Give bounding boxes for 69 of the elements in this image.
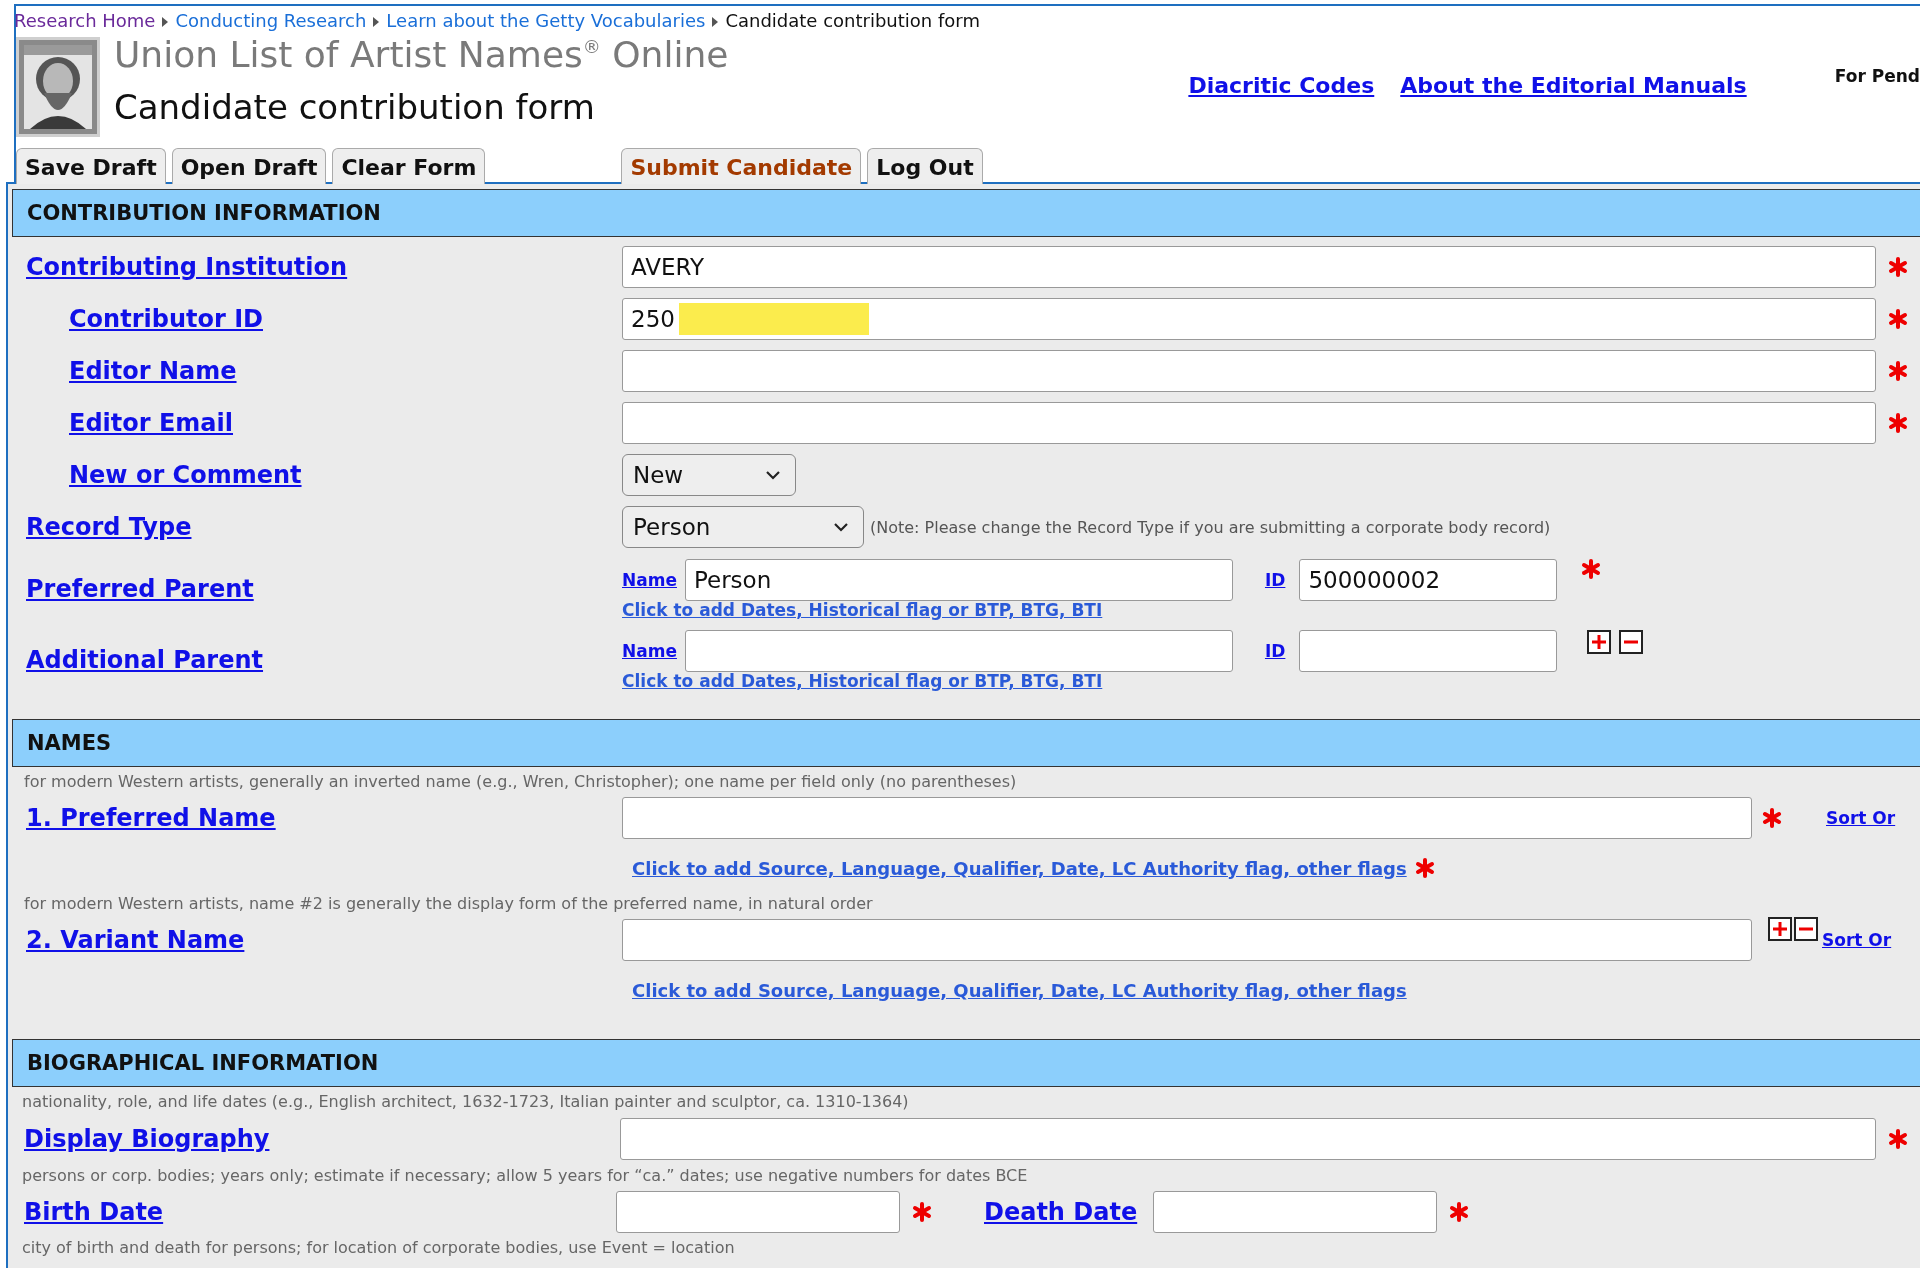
field-label[interactable]: Death Date — [984, 1198, 1138, 1226]
field-label[interactable]: New or Comment — [69, 461, 302, 489]
text-field[interactable] — [684, 630, 1233, 672]
add-details-link[interactable]: Click to add Source, Language, Qualifier, Date, LC Authority flag, other flags — [632, 857, 1407, 879]
caret-icon — [833, 522, 849, 532]
separator-icon — [711, 16, 720, 27]
name-link[interactable]: Name — [622, 641, 677, 661]
add-icon[interactable] — [1587, 630, 1612, 654]
text-field[interactable]: Person — [684, 559, 1233, 601]
text-field[interactable]: AVERY — [622, 246, 1876, 288]
section-header: CONTRIBUTION INFORMATION — [12, 189, 1920, 237]
page-title: Candidate contribution form — [114, 87, 596, 127]
hint-text: nationality, role, and life dates (e.g., English architect, 1632-1723, Italian painter and sculptor, ca. 1310-1364) — [22, 1091, 910, 1113]
breadcrumb-link[interactable]: Conducting Research — [175, 9, 367, 31]
header-link[interactable]: Diacritic Codes — [1188, 73, 1375, 98]
text-field[interactable]: 250 — [622, 298, 1876, 340]
notice-text: For Pend — [1834, 66, 1920, 86]
remove-icon[interactable] — [1794, 917, 1818, 941]
field-label[interactable]: Additional Parent — [26, 646, 264, 674]
field-label[interactable]: Birth Date — [24, 1198, 164, 1226]
toolbar-button[interactable]: Log Out — [867, 148, 983, 184]
field-label[interactable]: 2. Variant Name — [26, 926, 245, 954]
sort-order-link[interactable]: Sort Or — [1826, 808, 1896, 828]
text-field[interactable] — [622, 919, 1752, 961]
text-field[interactable] — [620, 1118, 1876, 1160]
text-field[interactable] — [1299, 630, 1558, 672]
dropdown[interactable]: New — [622, 454, 796, 496]
text-field[interactable] — [622, 350, 1876, 392]
remove-icon[interactable] — [1619, 630, 1644, 654]
text-field[interactable] — [622, 797, 1752, 839]
note-text: (Note: Please change the Record Type if you are submitting a corporate body record) — [870, 517, 1551, 537]
breadcrumb-link[interactable]: Learn about the Getty Vocabularies — [386, 9, 706, 31]
separator-icon — [372, 16, 381, 27]
field-label[interactable]: Contributor ID — [69, 305, 263, 333]
section-header: NAMES — [12, 719, 1920, 767]
submit-button[interactable]: Submit Candidate — [621, 148, 862, 184]
section-header: BIOGRAPHICAL INFORMATION — [12, 1039, 1920, 1087]
add-details-link[interactable]: Click to add Source, Language, Qualifier, Date, LC Authority flag, other flags — [632, 979, 1407, 1001]
add-icon[interactable] — [1768, 917, 1792, 941]
add-details-link[interactable]: Click to add Dates, Historical flag or BTP, BTG, BTI — [622, 671, 1103, 691]
site-title: Union List of Artist Names$^{®}$ Online — [114, 35, 729, 75]
sort-order-link[interactable]: Sort Or — [1822, 930, 1892, 950]
text-field[interactable] — [616, 1191, 900, 1233]
hint-text: persons or corp. bodies; years only; estimate if necessary; allow 5 years for “ca.” dates; use negative numbers for dates BCE — [22, 1165, 1029, 1187]
name-link[interactable]: Name — [622, 570, 677, 590]
toolbar-button[interactable]: Open Draft — [171, 148, 327, 184]
text-field[interactable] — [622, 402, 1876, 444]
id-link[interactable]: ID — [1264, 641, 1286, 661]
hint-text: for modern Western artists, name #2 is generally the display form of the preferred name, in natural order — [24, 893, 874, 915]
caret-icon — [765, 470, 781, 480]
text-field[interactable] — [1153, 1191, 1438, 1233]
header-link[interactable]: About the Editorial Manuals — [1400, 73, 1747, 98]
hint-text: for modern Western artists, generally an inverted name (e.g., Wren, Christopher); one name per field only (no parentheses) — [24, 771, 1018, 793]
toolbar-button[interactable]: Clear Form — [332, 148, 486, 184]
field-label[interactable]: Contributing Institution — [26, 253, 348, 281]
hint-text: city of birth and death for persons; for location of corporate bodies, use Event = location — [22, 1237, 736, 1259]
add-details-link[interactable]: Click to add Dates, Historical flag or BTP, BTG, BTI — [622, 600, 1103, 620]
breadcrumb-current: Candidate contribution form — [725, 9, 980, 31]
field-label[interactable]: Display Biography — [24, 1125, 270, 1153]
field-label[interactable]: Preferred Parent — [26, 575, 254, 603]
field-label[interactable]: Editor Email — [69, 409, 233, 437]
field-label[interactable]: Record Type — [26, 513, 192, 541]
toolbar-button[interactable]: Save Draft — [16, 148, 166, 184]
field-label[interactable]: Editor Name — [69, 357, 237, 385]
text-field[interactable]: 500000002 — [1299, 559, 1558, 601]
separator-icon — [161, 16, 170, 27]
dropdown[interactable]: Person — [622, 506, 864, 548]
id-link[interactable]: ID — [1264, 570, 1286, 590]
field-label[interactable]: 1. Preferred Name — [26, 804, 276, 832]
